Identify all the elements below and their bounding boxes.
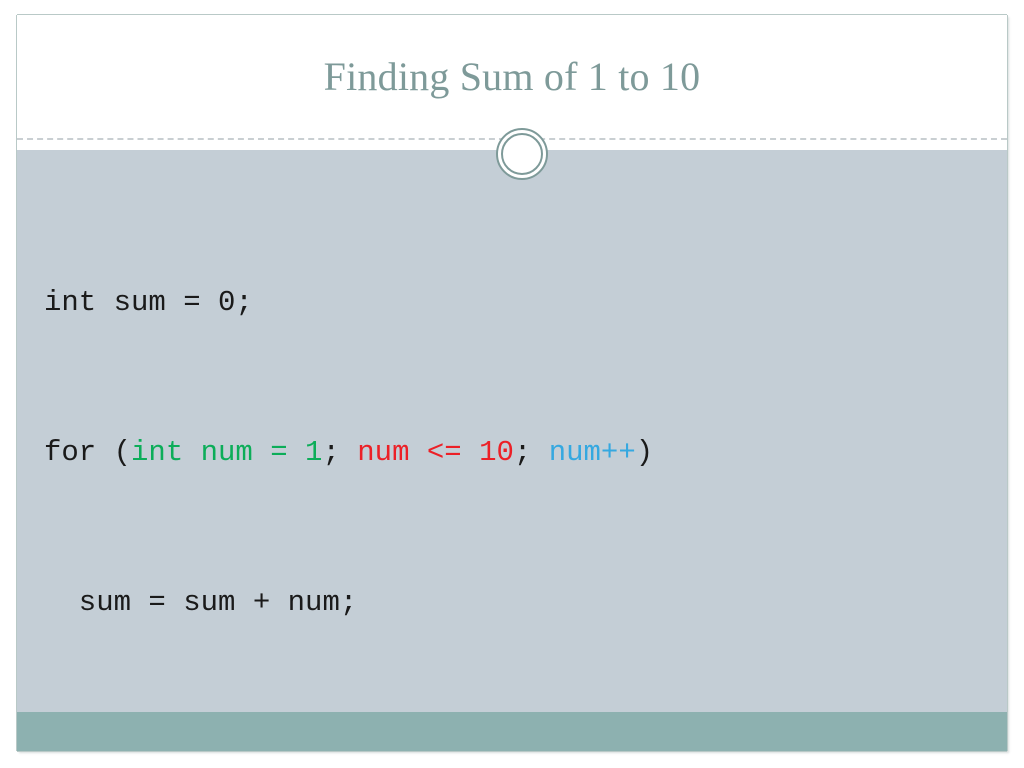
code-token: ; (322, 436, 358, 469)
double-ring-ornament-icon (495, 127, 549, 181)
slide-root: Finding Sum of 1 to 10 int sum = 0; for … (0, 0, 1024, 768)
line-2: for (int num = 1; num <= 10; num++) (44, 428, 974, 478)
line-3: sum = sum + num; (44, 578, 974, 628)
code-token: ) (635, 436, 654, 469)
slide-footer-bar (17, 712, 1007, 751)
code-token: ; (513, 436, 549, 469)
code-block: int sum = 0; for (int num = 1; num <= 10… (44, 178, 974, 728)
page-title: Finding Sum of 1 to 10 (323, 54, 701, 99)
code-token: sum = sum + num; (44, 586, 358, 619)
code-token: int sum = 0; (44, 286, 253, 319)
code-token: num++ (548, 436, 636, 469)
code-token: num <= 10 (357, 436, 514, 469)
slide-body: int sum = 0; for (int num = 1; num <= 10… (17, 150, 1007, 712)
line-1: int sum = 0; (44, 278, 974, 328)
code-token: int num = 1 (131, 436, 323, 469)
code-token: for ( (44, 436, 132, 469)
presentation-slide: Finding Sum of 1 to 10 int sum = 0; for … (17, 15, 1007, 751)
